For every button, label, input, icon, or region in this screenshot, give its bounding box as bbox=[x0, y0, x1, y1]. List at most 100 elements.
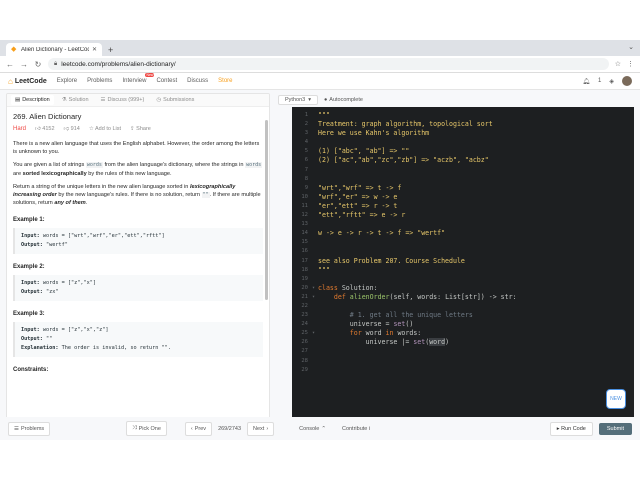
run-code-button[interactable]: ▸ Run Code bbox=[549, 421, 593, 436]
console-button[interactable]: Console ⌃ bbox=[294, 423, 331, 435]
footer-bar: ☰ Problems ⤨ Pick One ‹ Prev 269/2743 Next ›… bbox=[0, 417, 640, 440]
nav-problems[interactable]: Problems bbox=[87, 78, 112, 84]
leetcode-logo[interactable]: ⌂ LeetCode bbox=[8, 77, 47, 86]
code-line: 7 bbox=[292, 166, 634, 175]
discuss-icon: ☰ bbox=[100, 97, 106, 103]
code-text: Here we use Kahn's algorithm bbox=[318, 129, 430, 138]
example-1-input: Input: words = ["wrt","wrf","er","ett","… bbox=[21, 232, 257, 241]
code-text: universe |= set(word) bbox=[318, 338, 450, 347]
code-line: 25 ▾ for word in words: bbox=[292, 329, 634, 338]
fold-gutter bbox=[312, 357, 318, 366]
code-text: class Solution: bbox=[318, 283, 378, 292]
p3-code: "" bbox=[201, 192, 210, 199]
code-line: 16 bbox=[292, 247, 634, 256]
line-number: 7 bbox=[304, 166, 308, 173]
description-scrollbar[interactable] bbox=[265, 120, 268, 300]
reload-icon[interactable]: ↻ bbox=[34, 60, 42, 69]
problem-meta: Hard 👍︎ 4152 👎︎ 914 ☆ Add to List ⇪ Shar… bbox=[13, 126, 263, 132]
info-icon: ● bbox=[323, 97, 328, 103]
prev-button[interactable]: ‹ Prev bbox=[184, 421, 213, 436]
line-number: 3 bbox=[304, 130, 308, 137]
nav-store[interactable]: Store bbox=[218, 78, 232, 84]
pick-one-button[interactable]: ⤨ Pick One bbox=[126, 421, 167, 436]
like-button[interactable]: 👍︎ 4152 bbox=[35, 126, 55, 132]
description-icon: ▤ bbox=[15, 97, 21, 103]
window-controls-icon[interactable]: ⌄ bbox=[628, 43, 634, 51]
tab-discuss[interactable]: ☰ Discuss (999+) bbox=[97, 95, 149, 105]
line-number: 13 bbox=[301, 221, 308, 228]
code-line: 9 "wrt","wrf" => t -> f bbox=[292, 184, 634, 193]
example-3-output-value: "" bbox=[46, 336, 53, 343]
next-button[interactable]: Next › bbox=[247, 421, 275, 436]
forward-icon[interactable]: → bbox=[20, 60, 28, 69]
code-line: 15 bbox=[292, 238, 634, 247]
tab-solution[interactable]: ⚗ Solution bbox=[58, 95, 93, 105]
line-number: 17 bbox=[301, 257, 308, 264]
share-label: Share bbox=[136, 126, 151, 132]
code-line: 6 (2) ["ac","ab","zc","zb"] => "aczb", "a… bbox=[292, 156, 634, 165]
tab-submissions[interactable]: ◷ Submissions bbox=[152, 95, 198, 105]
new-badge: New bbox=[145, 73, 155, 77]
notification-bell-icon[interactable]: 🔔︎ bbox=[582, 78, 590, 85]
nav-interview[interactable]: Interview New bbox=[122, 73, 155, 84]
address-bar-row: ← → ↻ 🔒︎ leetcode.com/problems/alien-dic… bbox=[0, 56, 640, 73]
new-tab-icon[interactable]: + bbox=[108, 44, 113, 56]
code-line: 24 universe = set() bbox=[292, 320, 634, 329]
contribute-button[interactable]: Contribute i bbox=[337, 423, 375, 435]
avatar[interactable] bbox=[622, 76, 632, 86]
fold-gutter bbox=[312, 302, 318, 311]
example-3-explanation: Explanation: The order is invalid, so re… bbox=[21, 344, 257, 353]
submit-button[interactable]: Submit bbox=[598, 422, 632, 435]
language-select[interactable]: Python3 ▾ bbox=[278, 95, 318, 105]
tab-description[interactable]: ▤ Description bbox=[11, 95, 54, 105]
code-text: "er","ett" => r -> t bbox=[318, 201, 398, 210]
code-text: see also Problem 207. Course Schedule bbox=[318, 256, 465, 265]
example-3-explanation-value: The order is invalid, so return "". bbox=[61, 345, 171, 352]
share-button[interactable]: ⇪ Share bbox=[130, 126, 151, 132]
dislike-count: 914 bbox=[70, 126, 80, 132]
new-button[interactable]: NEW bbox=[606, 389, 626, 409]
url-field[interactable]: 🔒︎ leetcode.com/problems/alien-dictionar… bbox=[48, 58, 609, 70]
fold-gutter bbox=[312, 275, 318, 284]
pick-one-label: Pick One bbox=[138, 425, 161, 432]
line-number: 6 bbox=[304, 157, 308, 164]
fold-gutter bbox=[312, 166, 318, 175]
line-number: 9 bbox=[304, 184, 308, 191]
browser-tab[interactable]: ◆ Alien Dictionary - LeetCode ✕ bbox=[6, 43, 102, 56]
code-editor[interactable]: 1 """ 2 Treatment: graph algorithm, topolog… bbox=[292, 107, 634, 421]
autocomplete-toggle[interactable]: ● Autocomplete bbox=[324, 97, 363, 103]
difficulty-badge: Hard bbox=[13, 126, 27, 132]
extensions-icon[interactable]: ⋮ bbox=[627, 60, 634, 68]
code-line: 2 Treatment: graph algorithm, topological… bbox=[292, 120, 634, 129]
code-text: w -> e -> r -> t -> f => "wertf" bbox=[318, 229, 446, 238]
code-line: 29 bbox=[292, 366, 634, 375]
close-tab-icon[interactable]: ✕ bbox=[92, 46, 97, 53]
language-label: Python3 bbox=[285, 97, 306, 103]
tab-solution-label: Solution bbox=[68, 97, 89, 103]
example-2-output: Output: "zx" bbox=[21, 288, 257, 297]
premium-icon[interactable]: ◈ bbox=[609, 78, 614, 85]
description-paragraph-2: You are given a list of strings words fr… bbox=[13, 161, 263, 177]
line-number: 1 bbox=[304, 112, 308, 118]
input-label: Input: bbox=[21, 327, 40, 334]
page-indicator: 269/2743 bbox=[218, 425, 242, 432]
shuffle-icon: ⤨ bbox=[132, 425, 137, 431]
add-to-list-button[interactable]: ☆ Add to List bbox=[89, 126, 121, 132]
list-icon: ☰ bbox=[14, 425, 19, 432]
code-text: (2) ["ac","ab","zc","zb"] => "aczb", "ac… bbox=[318, 156, 489, 165]
leetcode-logo-icon: ⌂ bbox=[8, 76, 13, 86]
bookmark-star-icon[interactable]: ☆ bbox=[615, 60, 621, 68]
problems-button[interactable]: ☰ Problems bbox=[8, 421, 51, 436]
code-line: 4 bbox=[292, 138, 634, 147]
logo-text: LeetCode bbox=[14, 77, 47, 85]
nav-explore[interactable]: Explore bbox=[57, 78, 77, 84]
dislike-button[interactable]: 👎︎ 914 bbox=[64, 126, 80, 132]
back-icon[interactable]: ← bbox=[6, 60, 14, 69]
line-number: 26 bbox=[301, 339, 308, 346]
code-line: 23 # 1. get all the unique letters bbox=[292, 311, 634, 320]
nav-discuss[interactable]: Discuss bbox=[187, 78, 208, 84]
code-text: universe = set() bbox=[318, 320, 414, 329]
p2-text-d: by the rules of this new language. bbox=[86, 170, 172, 177]
nav-contest[interactable]: Contest bbox=[156, 78, 177, 84]
line-number: 24 bbox=[301, 321, 308, 328]
